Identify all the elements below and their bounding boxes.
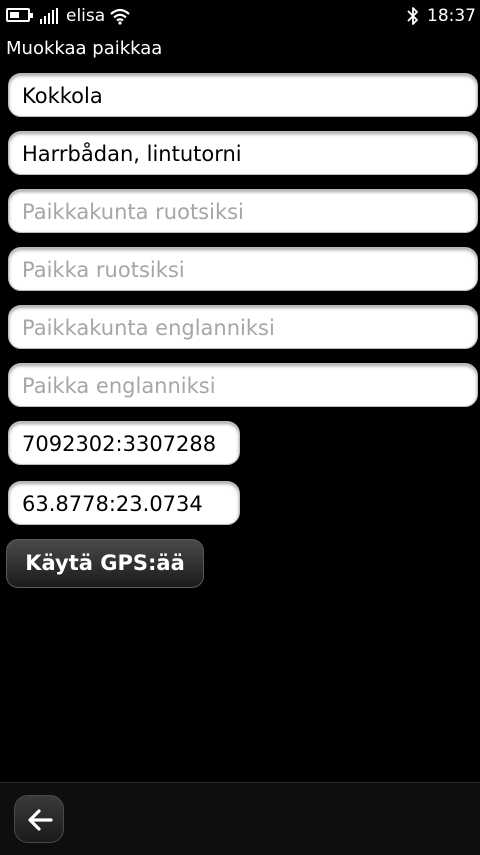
use-gps-button[interactable]: Käytä GPS:ää <box>6 539 204 588</box>
back-arrow-icon <box>28 809 53 831</box>
gps-coordinates-input[interactable]: 63.8778:23.0734 <box>8 481 240 525</box>
city-input[interactable]: Kokkola <box>8 73 478 117</box>
place-english-input[interactable]: Paikka englanniksi <box>8 363 478 407</box>
operator-name: elisa <box>66 6 106 26</box>
city-swedish-input[interactable]: Paikkakunta ruotsiksi <box>8 189 478 233</box>
page-title: Muokkaa paikkaa <box>6 38 163 59</box>
battery-icon <box>6 8 33 22</box>
grid-coordinates-input[interactable]: 7092302:3307288 <box>8 421 240 465</box>
bottom-toolbar <box>0 782 480 855</box>
signal-icon <box>40 8 60 24</box>
clock: 18:37 <box>427 6 476 26</box>
place-swedish-input[interactable]: Paikka ruotsiksi <box>8 247 478 291</box>
place-input[interactable]: Harrbådan, lintutorni <box>8 131 478 175</box>
status-bar: elisa 18:37 <box>0 0 480 34</box>
city-english-input[interactable]: Paikkakunta englanniksi <box>8 305 478 349</box>
back-button[interactable] <box>14 795 64 843</box>
wifi-icon <box>110 8 130 25</box>
bluetooth-icon <box>407 7 418 25</box>
